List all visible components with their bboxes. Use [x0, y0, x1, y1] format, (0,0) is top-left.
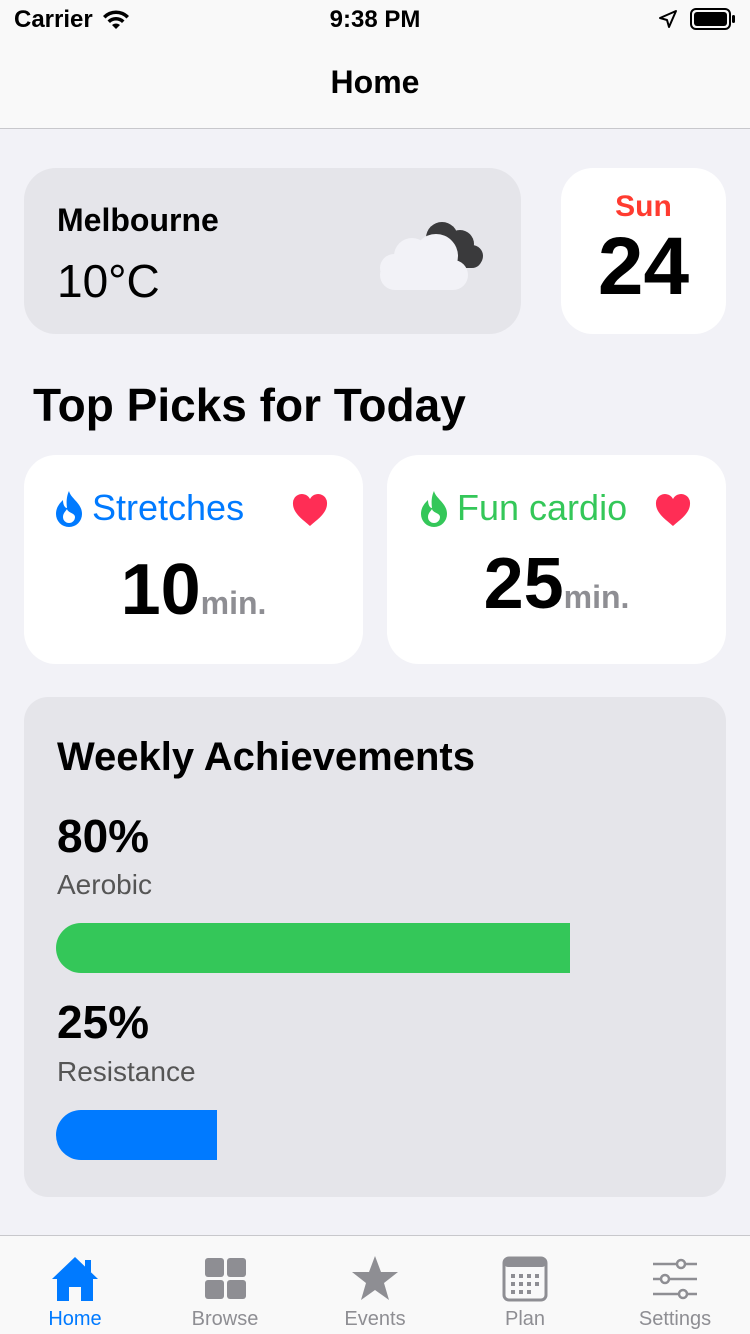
date-card[interactable]: Sun 24	[561, 168, 726, 334]
sliders-icon	[653, 1258, 697, 1300]
pick-duration: 25 min.	[387, 543, 726, 625]
weather-card[interactable]: Melbourne 10°C	[24, 168, 521, 334]
pick-label: Stretches	[92, 487, 245, 528]
pick-label: Fun cardio	[457, 487, 628, 528]
pick-unit: min.	[563, 579, 630, 615]
pick-duration: 10 min.	[24, 549, 363, 631]
aerobic-percent: 80%	[57, 810, 150, 862]
aerobic-label: Aerobic	[57, 869, 152, 900]
cloudy-icon	[380, 222, 483, 290]
resistance-progress-bar	[56, 1110, 217, 1160]
tab-settings[interactable]: Settings	[600, 1236, 750, 1334]
pick-number: 25	[483, 544, 564, 624]
pick-number: 10	[120, 550, 201, 630]
weather-city: Melbourne	[57, 202, 219, 238]
pick-header: Stretches	[54, 487, 244, 529]
weekly-achievements-card: Weekly Achievements 80% Aerobic 25% Resi…	[24, 697, 726, 1197]
tab-bar: Home Browse Events Plan Settings	[0, 1235, 750, 1334]
page-title: Home	[330, 64, 420, 100]
grid-icon	[205, 1258, 246, 1299]
pick-unit: min.	[200, 585, 267, 621]
battery-icon	[690, 8, 735, 30]
status-bar: Carrier 9:38 PM	[0, 0, 750, 40]
date-number: 24	[597, 221, 690, 312]
resistance-percent: 25%	[57, 996, 150, 1048]
tab-plan[interactable]: Plan	[450, 1236, 600, 1334]
heart-icon[interactable]	[655, 493, 691, 527]
resistance-label: Resistance	[57, 1056, 196, 1087]
pick-header: Fun cardio	[419, 487, 627, 529]
heart-icon[interactable]	[292, 493, 328, 527]
status-time: 9:38 PM	[329, 6, 421, 33]
tab-label: Browse	[191, 1308, 259, 1330]
pick-card-fun-cardio[interactable]: Fun cardio 25 min.	[387, 455, 726, 664]
tab-label: Events	[344, 1308, 406, 1330]
tab-label: Settings	[638, 1308, 712, 1330]
tab-home[interactable]: Home	[0, 1236, 150, 1334]
tab-browse[interactable]: Browse	[150, 1236, 300, 1334]
star-icon	[352, 1256, 398, 1300]
tab-label: Plan	[504, 1308, 546, 1330]
top-picks-title: Top Picks for Today	[33, 379, 466, 431]
house-icon	[52, 1257, 98, 1301]
status-right	[658, 8, 736, 30]
pick-card-stretches[interactable]: Stretches 10 min.	[24, 455, 363, 664]
calendar-icon	[502, 1256, 548, 1302]
tab-events[interactable]: Events	[300, 1236, 450, 1334]
navigation-bar: Home	[0, 40, 750, 129]
flame-icon	[56, 491, 82, 527]
achievements-title: Weekly Achievements	[57, 735, 475, 779]
aerobic-progress-bar	[56, 923, 570, 973]
weather-temperature: 10°C	[57, 255, 160, 307]
date-day: Sun	[615, 190, 672, 223]
flame-icon	[421, 491, 447, 527]
tab-label: Home	[48, 1308, 102, 1330]
location-arrow-icon	[659, 10, 677, 28]
